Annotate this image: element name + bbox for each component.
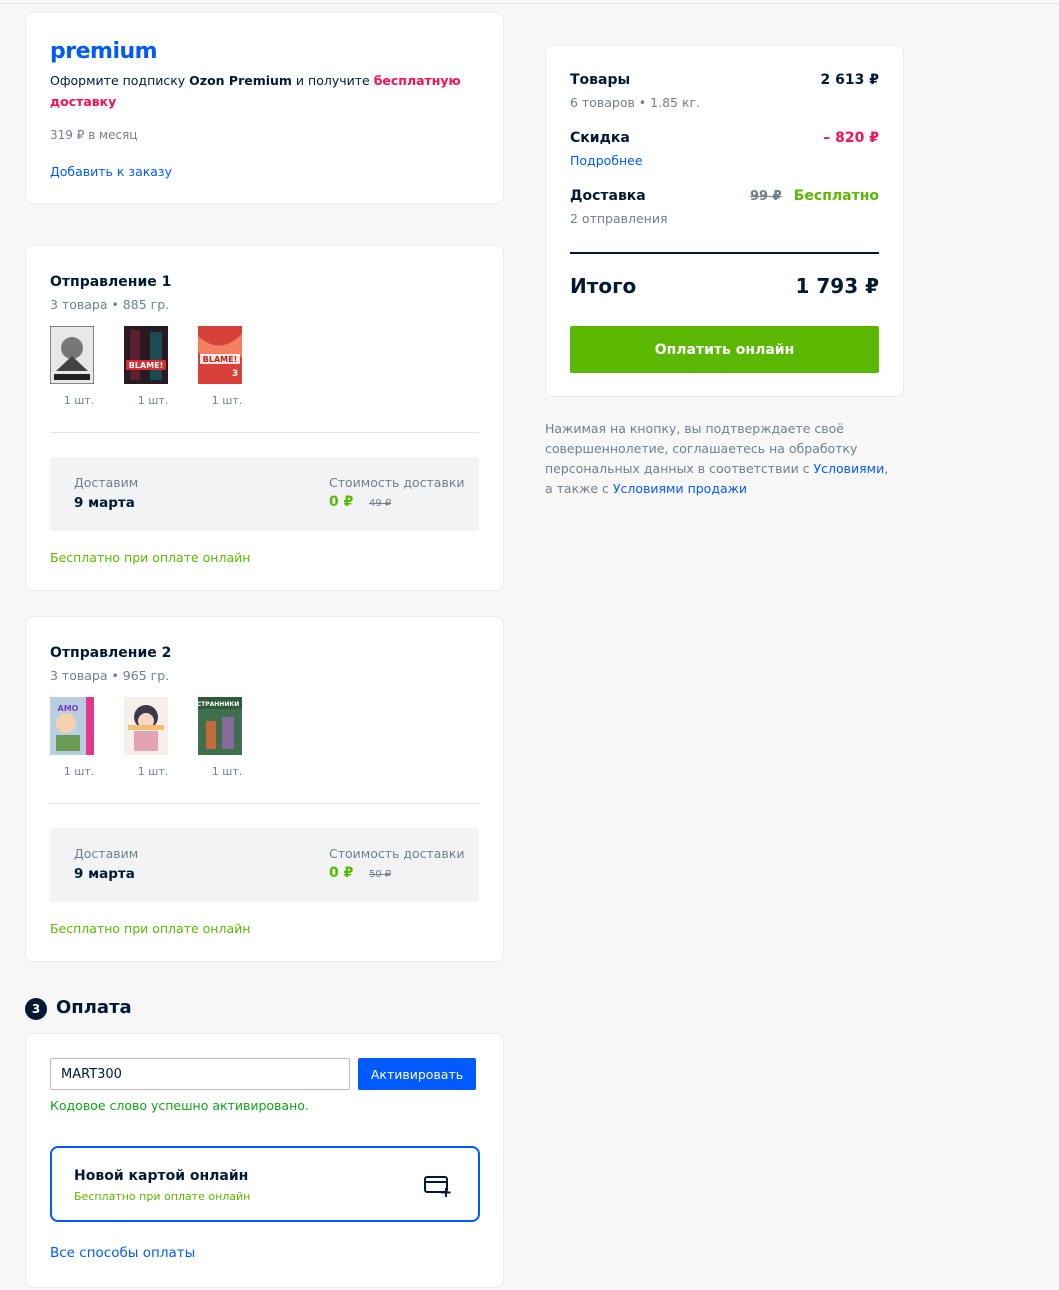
delivery-value: Бесплатно — [793, 188, 879, 204]
delivery-sub: 2 отправления — [570, 211, 668, 226]
shipment-title: Отправление 1 — [50, 274, 172, 290]
product-thumbnail[interactable] — [49, 325, 95, 385]
product-thumbnail[interactable]: BLAME! — [124, 326, 168, 384]
delivery-label: Доставим — [74, 475, 139, 490]
delivery-cost-label: Стоимость доставки — [329, 475, 465, 490]
delivery-label: Доставим — [74, 846, 139, 861]
delivery-info-box: Доставим 9 марта Стоимость доставки 0 ₽ … — [50, 457, 479, 531]
pay-online-button[interactable]: Оплатить онлайн — [570, 326, 879, 373]
svg-text:BLAME!: BLAME! — [203, 355, 237, 364]
premium-price: 319 ₽ в месяц — [50, 128, 138, 142]
promo-code-input[interactable] — [50, 1058, 350, 1090]
item-qty: 1 шт. — [211, 765, 243, 778]
terms-link[interactable]: Условиями — [814, 461, 885, 476]
divider — [50, 803, 479, 804]
delivery-cost-label: Стоимость доставки — [329, 846, 465, 861]
all-payment-methods-link[interactable]: Все способы оплаты — [50, 1245, 195, 1261]
item-qty: 1 шт. — [63, 765, 95, 778]
goods-label: Товары — [570, 72, 631, 88]
delivery-info-box: Доставим 9 марта Стоимость доставки 0 ₽ … — [50, 828, 479, 902]
activate-button[interactable]: Активировать — [358, 1058, 476, 1090]
delivery-cost-old: 49 ₽ — [369, 498, 392, 509]
goods-value: 2 613 ₽ — [820, 72, 879, 88]
shipment-title: Отправление 2 — [50, 645, 172, 661]
shipment-card-1: Отправление 1 3 товара • 885 гр. BLAME! … — [25, 245, 504, 591]
goods-sub: 6 товаров • 1.85 кг. — [570, 95, 701, 110]
payment-card: Активировать Кодовое слово успешно актив… — [25, 1033, 504, 1288]
product-thumbnail[interactable]: СТРАННИКИ — [197, 697, 242, 755]
order-summary-card: Товары 6 товаров • 1.85 кг. 2 613 ₽ Скид… — [545, 45, 904, 397]
total-value: 1 793 ₽ — [795, 274, 879, 298]
delivery-cost-value: 0 ₽ — [329, 865, 354, 881]
discount-label: Скидка — [570, 130, 630, 146]
new-card-note: Бесплатно при оплате онлайн — [74, 1190, 251, 1203]
product-thumbnail[interactable] — [124, 697, 168, 755]
payment-step-badge: 3 — [25, 998, 47, 1020]
svg-text:BLAME!: BLAME! — [129, 361, 163, 370]
delivery-cost-value: 0 ₽ — [329, 494, 354, 510]
item-qty: 1 шт. — [211, 394, 243, 407]
shipment-weight: 3 товара • 885 гр. — [50, 297, 170, 312]
divider — [50, 432, 479, 433]
premium-card: premium Оформите подписку Ozon Premium и… — [25, 12, 504, 204]
svg-text:AMO: AMO — [58, 704, 79, 713]
top-divider — [0, 0, 1059, 4]
new-card-payment-option[interactable]: Новой картой онлайн Бесплатно при оплате… — [50, 1146, 480, 1222]
item-qty: 1 шт. — [137, 765, 169, 778]
delivery-label: Доставка — [570, 188, 646, 204]
promo-success-message: Кодовое слово успешно активировано. — [50, 1098, 309, 1113]
new-card-title: Новой картой онлайн — [74, 1168, 249, 1184]
shipment-weight: 3 товара • 965 гр. — [50, 668, 170, 683]
discount-value: – 820 ₽ — [823, 130, 879, 146]
delivery-date: 9 марта — [74, 495, 135, 511]
legal-notice: Нажимая на кнопку, вы подтверждаете своё… — [545, 421, 889, 496]
payment-title: Оплата — [56, 997, 132, 1018]
premium-logo: premium — [50, 39, 158, 64]
delivery-cost-old: 50 ₽ — [369, 869, 392, 880]
svg-text:3: 3 — [232, 369, 238, 379]
item-qty: 1 шт. — [63, 394, 95, 407]
item-qty: 1 шт. — [137, 394, 169, 407]
product-thumbnail[interactable]: AMO — [50, 697, 94, 755]
delivery-date: 9 марта — [74, 866, 135, 882]
total-label: Итого — [570, 274, 637, 298]
summary-divider — [570, 252, 879, 254]
discount-details-link[interactable]: Подробнее — [570, 153, 643, 168]
free-online-note: Бесплатно при оплате онлайн — [50, 921, 251, 936]
sale-terms-link[interactable]: Условиями продажи — [613, 481, 747, 496]
free-online-note: Бесплатно при оплате онлайн — [50, 550, 251, 565]
product-thumbnail[interactable]: BLAME! 3 — [198, 326, 242, 384]
shipment-card-2: Отправление 2 3 товара • 965 гр. AMO СТР… — [25, 616, 504, 962]
svg-text:СТРАННИКИ: СТРАННИКИ — [198, 701, 239, 708]
add-card-icon — [424, 1174, 452, 1202]
add-to-order-link[interactable]: Добавить к заказу — [50, 164, 172, 179]
premium-offer-text: Оформите подписку Ozon Premium и получит… — [50, 73, 461, 109]
delivery-old-price: 99 ₽ — [750, 189, 782, 204]
